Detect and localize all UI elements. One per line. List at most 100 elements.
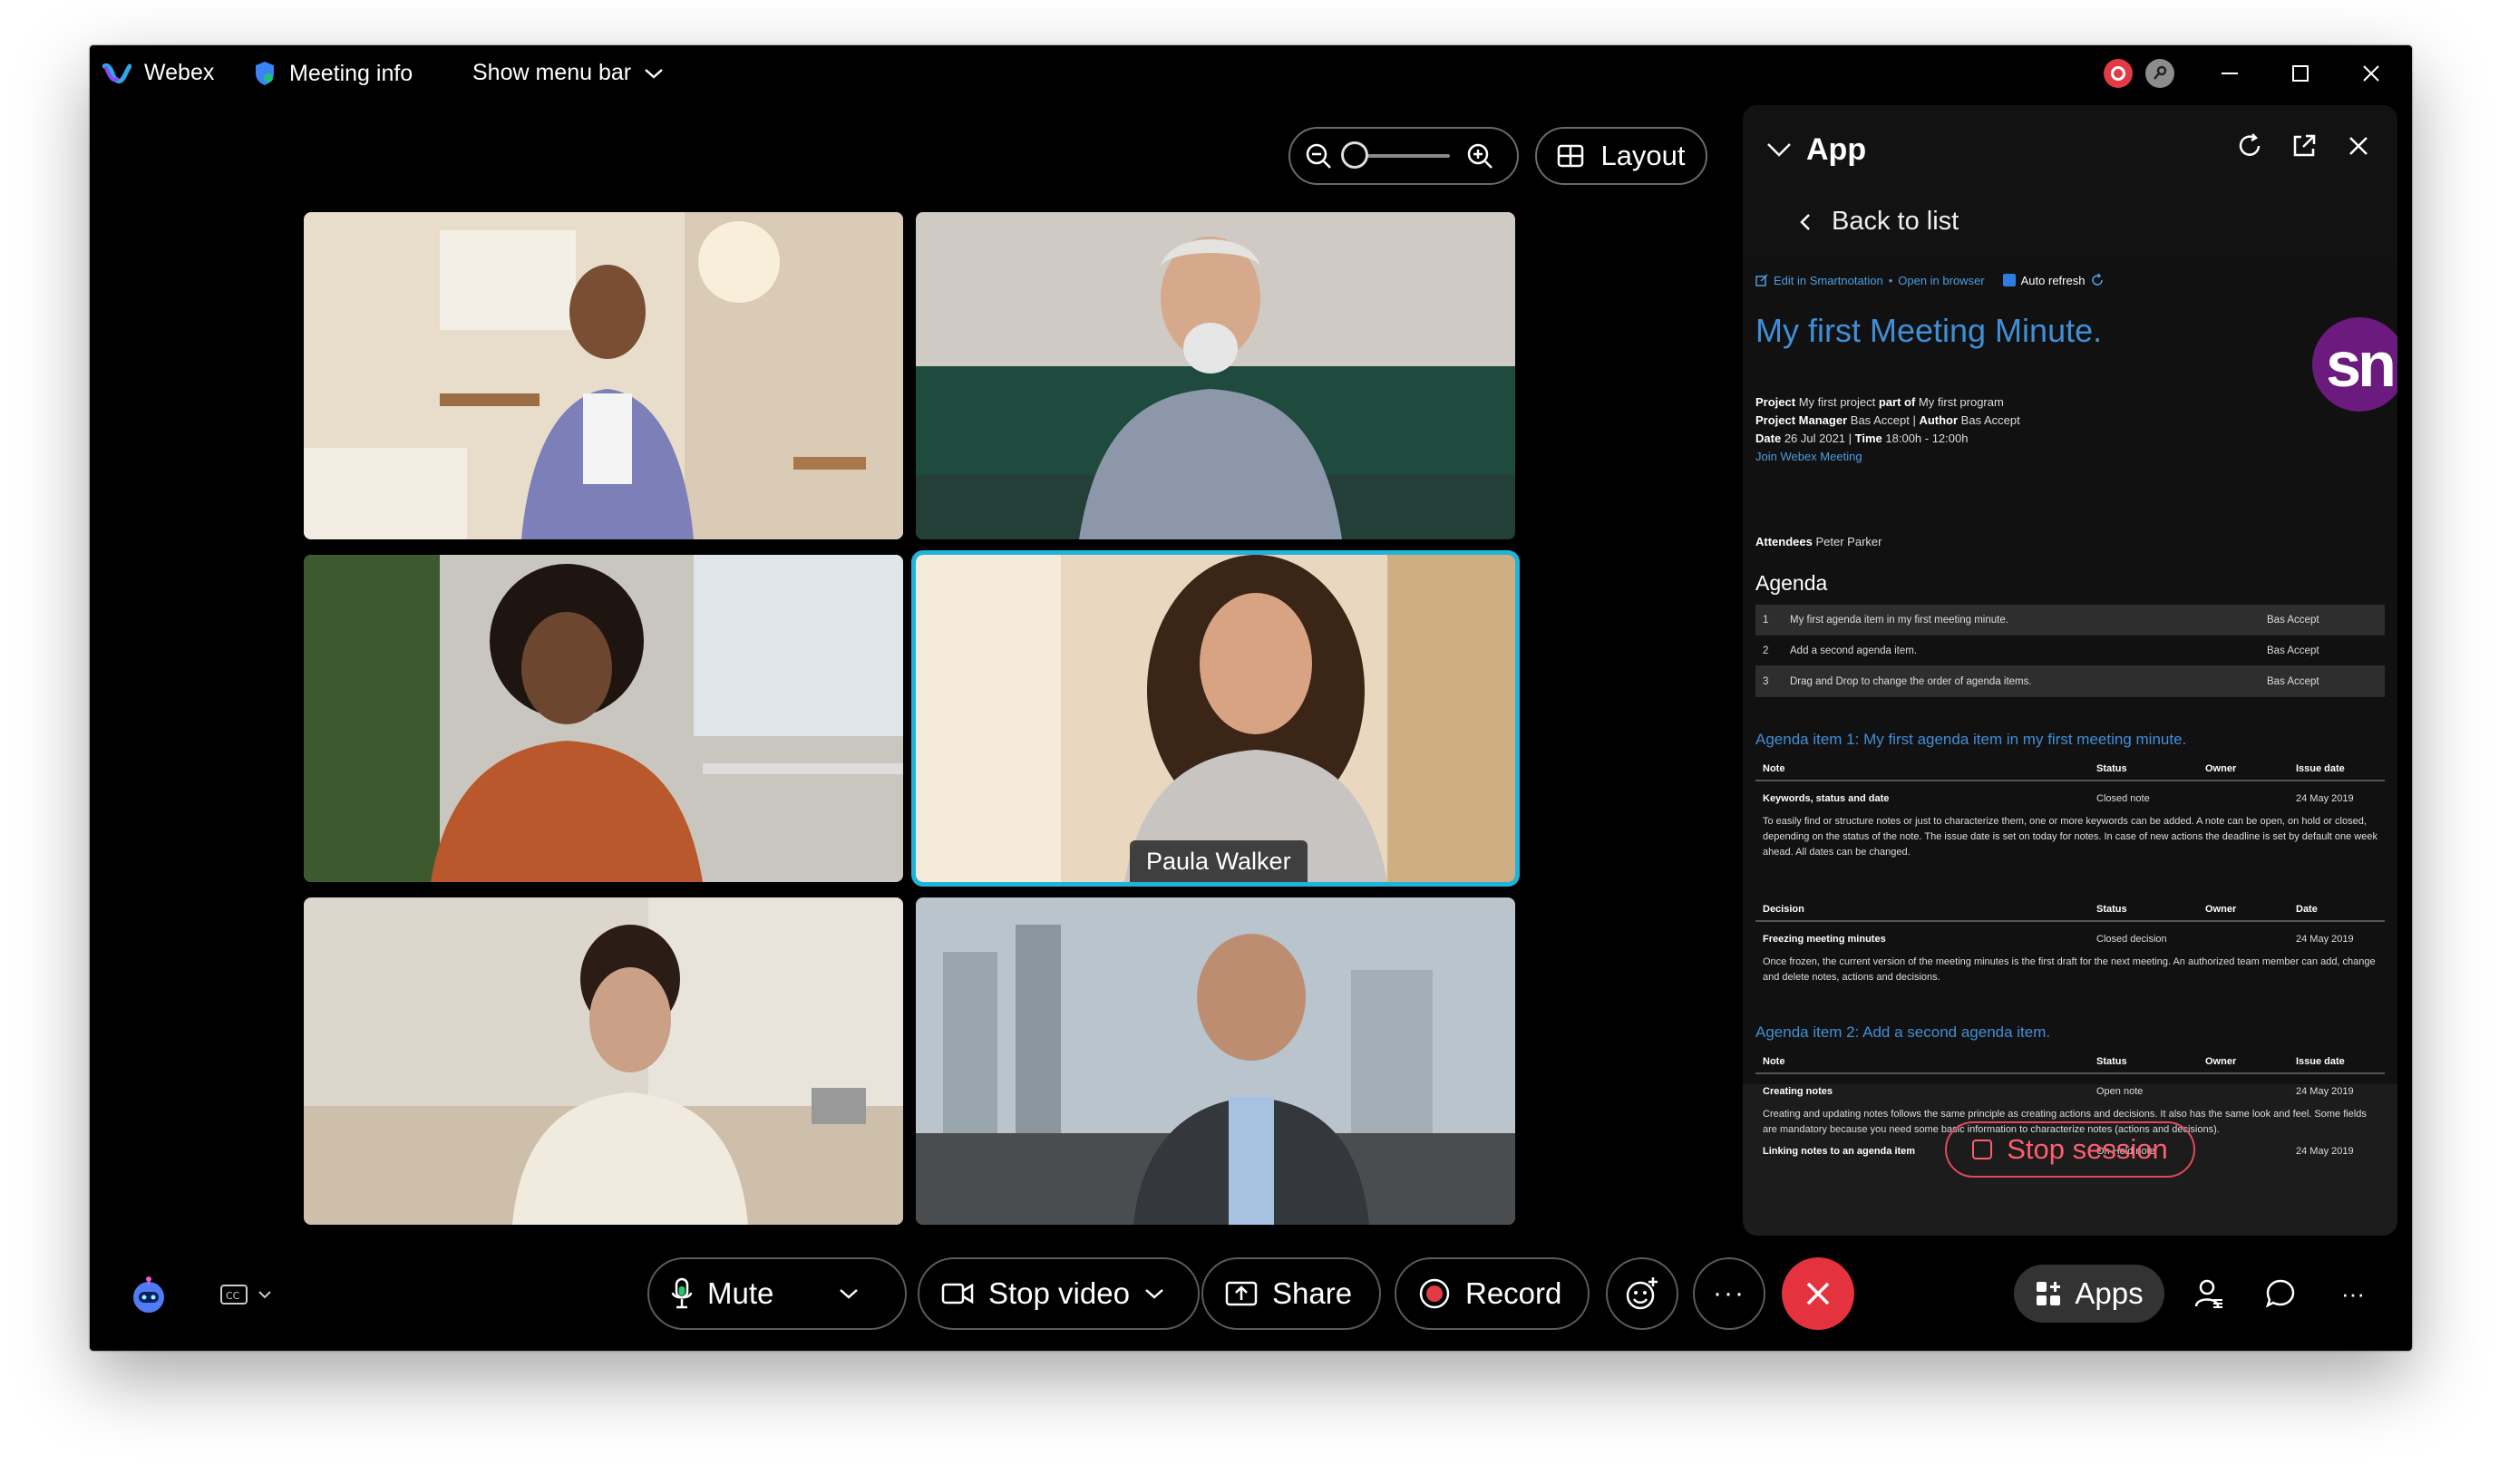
participant-video xyxy=(916,212,1515,539)
close-panel-icon[interactable] xyxy=(2345,132,2372,160)
col-status: Status xyxy=(2096,1056,2127,1067)
apps-button[interactable]: Apps xyxy=(2014,1265,2164,1323)
pop-out-icon[interactable] xyxy=(2290,132,2318,160)
agenda-row[interactable]: 1 My first agenda item in my first meetin… xyxy=(1755,605,2385,635)
refresh-icon[interactable] xyxy=(2236,132,2263,160)
back-to-list-link[interactable]: Back to list xyxy=(1799,207,1959,237)
agenda-table: 1 My first agenda item in my first meetin… xyxy=(1755,605,2385,697)
ai-assistant-button[interactable] xyxy=(128,1274,170,1315)
item1-decisions-table: Decision Status Owner Date Freezing meet… xyxy=(1755,898,2385,985)
program-value: My first program xyxy=(1918,395,2004,409)
auto-refresh-toggle[interactable]: Auto refresh xyxy=(2002,273,2105,287)
participant-tile-4[interactable]: Paula Walker xyxy=(911,550,1520,887)
more-options-button[interactable]: ··· xyxy=(1693,1257,1765,1330)
open-in-browser-link[interactable]: Open in browser xyxy=(1898,274,1984,287)
layout-button[interactable]: Layout xyxy=(1535,127,1707,185)
stop-session-button[interactable]: Stop session xyxy=(1945,1121,2195,1178)
agenda-row[interactable]: 2 Add a second agenda item. Bas Accept xyxy=(1755,635,2385,666)
chevron-down-icon[interactable] xyxy=(1144,1287,1164,1300)
col-issue-date: Issue date xyxy=(2296,1056,2345,1067)
meeting-minute-document: Edit in Smartnotation • Open in browser … xyxy=(1743,259,2397,1157)
notes-header-row: Note Status Owner Issue date xyxy=(1755,758,2385,781)
doc-refresh-icon[interactable] xyxy=(2090,273,2105,287)
auto-refresh-checkbox[interactable] xyxy=(2002,274,2016,286)
participant-tile-1[interactable] xyxy=(304,212,903,539)
date-label: Date xyxy=(1755,432,1782,445)
cc-icon: CC xyxy=(220,1285,248,1305)
collapse-chevron-icon[interactable] xyxy=(1766,141,1792,158)
part-of-label: part of xyxy=(1878,395,1916,409)
decision-date: 24 May 2019 xyxy=(2296,934,2354,945)
more-right-button[interactable]: ··· xyxy=(2335,1275,2371,1312)
close-icon xyxy=(1806,1282,1830,1305)
decisions-header-row: Decision Status Owner Date xyxy=(1755,898,2385,922)
participants-icon xyxy=(2194,1279,2222,1308)
end-call-button[interactable] xyxy=(1782,1257,1854,1330)
recording-indicator-icon[interactable] xyxy=(2104,59,2133,88)
panel-actions xyxy=(2236,132,2372,160)
note-date: 24 May 2019 xyxy=(2296,793,2354,804)
show-menu-bar-label: Show menu bar xyxy=(472,60,632,85)
note-row[interactable]: Creating notes Open note 24 May 2019 xyxy=(1755,1080,2385,1103)
chevron-down-icon[interactable] xyxy=(839,1287,859,1300)
decision-description: Once frozen, the current version of the … xyxy=(1763,956,2376,983)
participant-tile-2[interactable] xyxy=(916,212,1515,539)
show-menu-bar-button[interactable]: Show menu bar xyxy=(472,60,664,86)
participant-tile-6[interactable] xyxy=(916,897,1515,1225)
webex-logo-icon xyxy=(102,63,131,83)
reactions-button[interactable] xyxy=(1606,1257,1678,1330)
mute-button[interactable]: Mute xyxy=(647,1257,907,1330)
share-button[interactable]: Share xyxy=(1201,1257,1381,1330)
agenda-row[interactable]: 3 Drag and Drop to change the order of ag… xyxy=(1755,666,2385,697)
agenda-number: 3 xyxy=(1763,675,1769,687)
microphone-icon xyxy=(671,1277,693,1309)
document-title: My first Meeting Minute. xyxy=(1755,312,2103,349)
participant-name-tag: Paula Walker xyxy=(1130,840,1308,882)
note-description: To easily find or structure notes or jus… xyxy=(1763,816,2377,858)
apps-label: Apps xyxy=(2075,1276,2144,1310)
edit-in-smartnotation-link[interactable]: Edit in Smartnotation xyxy=(1774,274,1883,287)
record-button[interactable]: Record xyxy=(1395,1257,1590,1330)
chat-button[interactable] xyxy=(2262,1275,2299,1312)
participant-video xyxy=(916,555,1515,882)
close-window-button[interactable] xyxy=(2356,58,2387,89)
record-icon xyxy=(1419,1278,1450,1309)
note-row[interactable]: Keywords, status and date Closed note 24… xyxy=(1755,787,2385,810)
zoom-slider-handle[interactable] xyxy=(1341,141,1368,169)
meeting-info-button[interactable]: Meeting info xyxy=(253,60,413,87)
note-title: Keywords, status and date xyxy=(1763,793,1890,804)
stop-video-button[interactable]: Stop video xyxy=(918,1257,1200,1330)
minimize-button[interactable] xyxy=(2214,58,2245,89)
svg-text:CC: CC xyxy=(226,1290,240,1302)
close-icon xyxy=(2363,65,2379,82)
closed-captions-button[interactable]: CC xyxy=(213,1278,278,1311)
agenda-owner: Bas Accept xyxy=(2267,675,2319,687)
col-note: Note xyxy=(1763,763,1785,774)
zoom-slider[interactable] xyxy=(1341,141,1450,169)
note-status: Open note xyxy=(2096,1086,2144,1097)
stop-square-icon xyxy=(1972,1140,1993,1159)
agenda-title: Drag and Drop to change the order of age… xyxy=(1790,675,2032,687)
participant-video xyxy=(916,897,1515,1225)
auto-refresh-label: Auto refresh xyxy=(2020,273,2086,287)
zoom-in-icon[interactable] xyxy=(1466,142,1493,170)
item1-notes-table: Note Status Owner Issue date Keywords, s… xyxy=(1755,758,2385,860)
participant-tile-5[interactable] xyxy=(304,897,903,1225)
maximize-button[interactable] xyxy=(2285,58,2316,89)
col-status: Status xyxy=(2096,904,2127,915)
note-title: Creating notes xyxy=(1763,1086,1833,1097)
participant-tile-3[interactable] xyxy=(304,555,903,882)
decision-row[interactable]: Freezing meeting minutes Closed decision… xyxy=(1755,927,2385,951)
participants-button[interactable] xyxy=(2191,1275,2227,1312)
emoji-reaction-icon xyxy=(1626,1277,1658,1310)
attendees-label: Attendees xyxy=(1755,535,1813,548)
maximize-icon xyxy=(2292,65,2309,82)
webex-app-menu[interactable]: Webex xyxy=(102,60,214,86)
chevron-down-icon xyxy=(258,1291,271,1299)
webex-window: Webex Meeting info Show menu bar Layout … xyxy=(90,45,2412,1351)
key-icon[interactable] xyxy=(2145,59,2174,88)
note-date: 24 May 2019 xyxy=(2296,1086,2354,1097)
zoom-out-icon[interactable] xyxy=(1305,142,1332,170)
join-webex-meeting-link[interactable]: Join Webex Meeting xyxy=(1755,450,1862,463)
share-label: Share xyxy=(1272,1276,1353,1310)
